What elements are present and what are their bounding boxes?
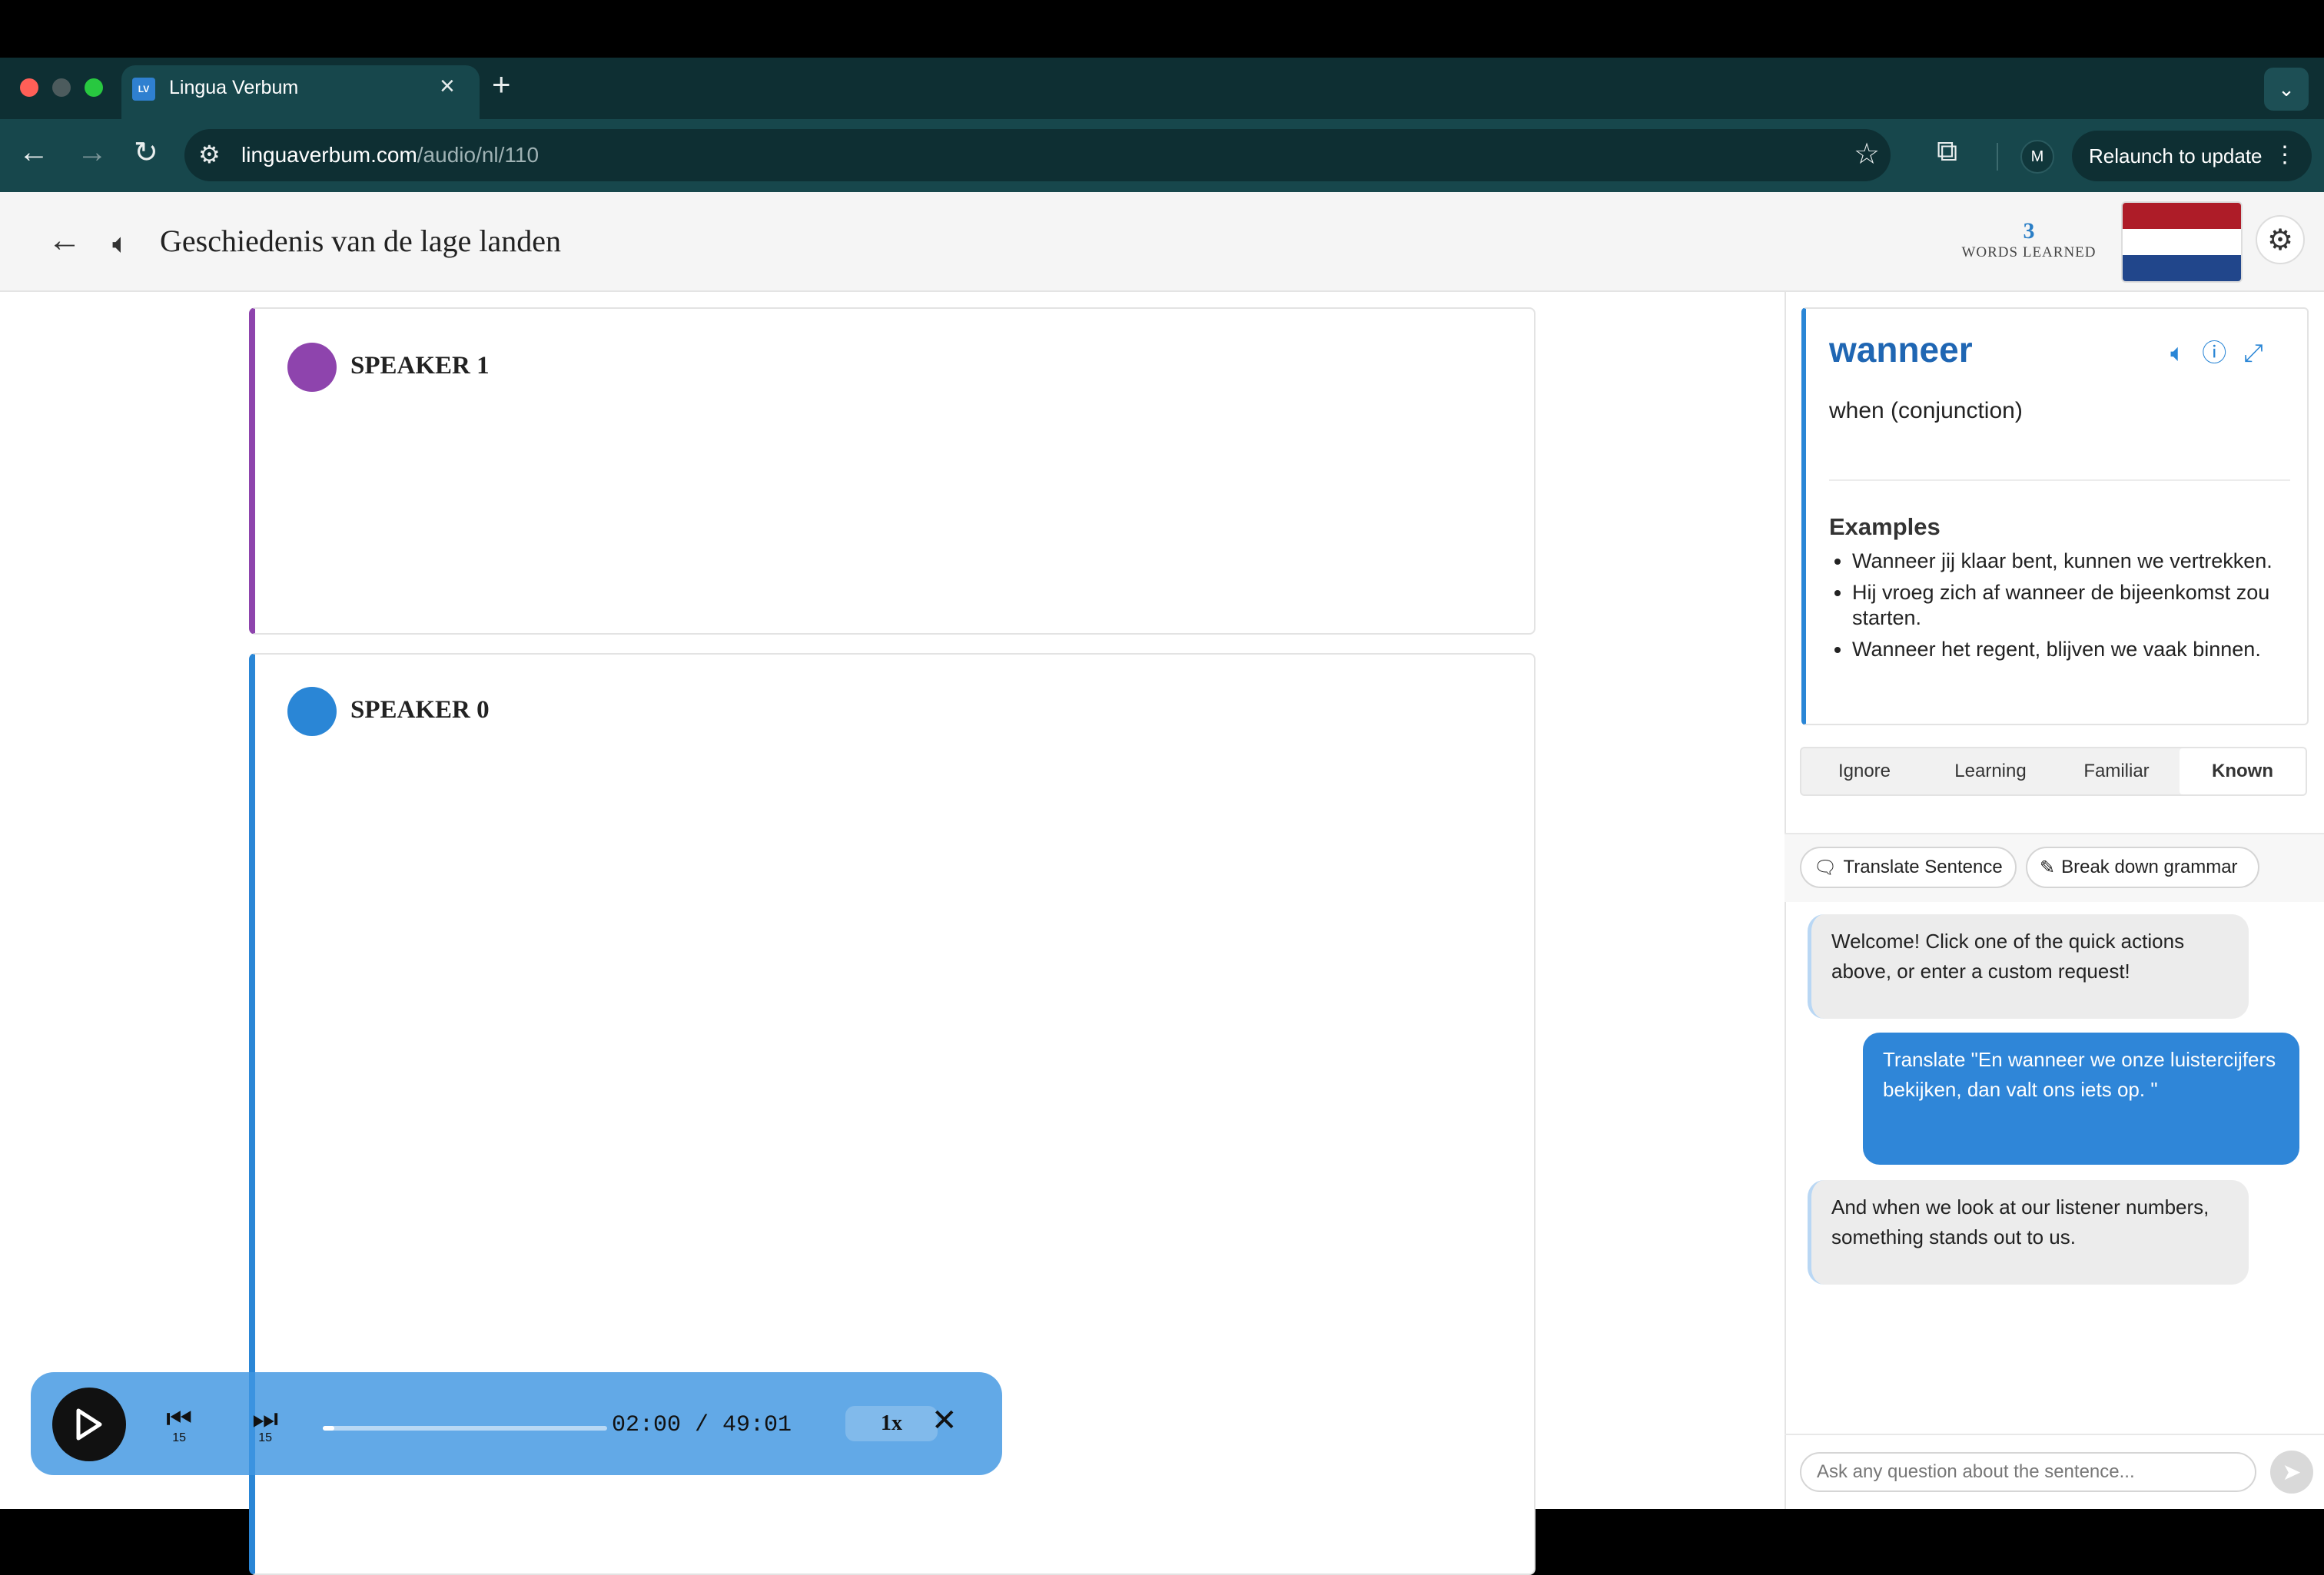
skip-forward-seconds: 15: [258, 1431, 272, 1444]
example-item: Wanneer jij klaar bent, kunnen we vertre…: [1852, 549, 2306, 574]
site-settings-icon[interactable]: ⚙: [198, 140, 221, 169]
progress-fill: [323, 1426, 334, 1431]
user-message: Translate "En wanneer we onze luistercij…: [1863, 1033, 2299, 1165]
reload-icon[interactable]: ↻: [134, 135, 158, 170]
language-flag-netherlands[interactable]: [2121, 201, 2243, 283]
player-close-icon[interactable]: ✕: [931, 1403, 958, 1438]
words-learned-counter: 3 WORDS LEARNED: [1952, 218, 2106, 261]
address-bar[interactable]: ⚙ linguaverbum.com/audio/nl/110 ☆: [184, 129, 1891, 181]
word-definition: when (conjunction): [1829, 398, 2023, 423]
window-close-button[interactable]: [20, 78, 38, 97]
back-arrow-icon[interactable]: ←: [18, 135, 49, 170]
speaker-label: SPEAKER 0: [350, 696, 490, 724]
playback-time: 02:00 / 49:01: [612, 1412, 792, 1438]
tab-search-chevron-icon[interactable]: ⌄: [2264, 68, 2309, 111]
tab-title: Lingua Verbum: [169, 77, 299, 98]
words-learned-label: WORDS LEARNED: [1961, 244, 2097, 260]
audio-player: ⏮ 15 ⏭ 15 02:00 / 49:01 1x ✕: [31, 1372, 1002, 1475]
skip-forward-button[interactable]: ⏭ 15: [252, 1403, 278, 1445]
examples-heading: Examples: [1829, 513, 1941, 540]
panel-divider: [1784, 1434, 2324, 1435]
browser-tab[interactable]: LV Lingua Verbum ×: [121, 65, 480, 119]
send-icon[interactable]: ➤: [2270, 1451, 2313, 1494]
break-down-grammar-button[interactable]: ✎ Break down grammar: [2026, 847, 2259, 888]
status-known-option[interactable]: Known: [2180, 748, 2306, 794]
flag-stripe-white: [2123, 229, 2241, 255]
kebab-menu-icon[interactable]: ⋮: [2273, 141, 2296, 168]
ask-question-input[interactable]: [1800, 1452, 2256, 1492]
translate-sentence-button[interactable]: 🗨︎ Translate Sentence: [1800, 847, 2017, 888]
examples-list: Wanneer jij klaar bent, kunnen we vertre…: [1829, 549, 2306, 668]
status-learning-option[interactable]: Learning: [1927, 748, 2053, 794]
example-item: Hij vroeg zich af wanneer de bijeenkomst…: [1852, 580, 2306, 631]
speaker-icon: 🔈︎: [112, 227, 129, 259]
favicon-icon: LV: [132, 78, 155, 101]
break-down-grammar-label: Break down grammar: [2061, 857, 2238, 877]
pronounce-speaker-icon[interactable]: 🔈︎: [2170, 339, 2202, 366]
skip-back-seconds: 15: [172, 1431, 186, 1444]
playback-speed-button[interactable]: 1x: [845, 1406, 938, 1441]
status-familiar-option[interactable]: Familiar: [2053, 748, 2180, 794]
transcript-segment: SPEAKER 1: [249, 307, 1536, 635]
info-icon[interactable]: ⓘ: [2202, 339, 2243, 366]
play-icon: [76, 1408, 102, 1441]
speaker-avatar: [287, 343, 337, 392]
word-status-selector: Ignore Learning Familiar Known: [1800, 747, 2307, 796]
window-zoom-button[interactable]: [85, 78, 103, 97]
translate-sentence-label: Translate Sentence: [1843, 857, 2003, 877]
expand-icon[interactable]: ⤢: [2243, 339, 2280, 366]
window-minimize-button[interactable]: [52, 78, 71, 97]
page-title: Geschiedenis van de lage landen: [160, 224, 562, 258]
forward-arrow-icon[interactable]: →: [77, 135, 108, 170]
tab-close-icon[interactable]: ×: [440, 71, 455, 101]
new-tab-icon[interactable]: +: [492, 66, 511, 103]
selected-word: wanneer: [1829, 330, 1973, 370]
skip-back-button[interactable]: ⏮ 15: [166, 1403, 192, 1445]
progress-bar[interactable]: [323, 1426, 607, 1431]
card-divider: [1829, 479, 2290, 481]
extensions-puzzle-icon[interactable]: ⧉: [1937, 135, 1957, 168]
status-ignore-option[interactable]: Ignore: [1801, 748, 1927, 794]
back-arrow-icon[interactable]: ←: [48, 221, 81, 260]
pen-icon: ✎: [2040, 857, 2056, 878]
speaker-avatar: [287, 687, 337, 736]
speaker-label: SPEAKER 1: [350, 352, 490, 380]
words-learned-count: 3: [2023, 218, 2035, 244]
settings-gear-icon[interactable]: ⚙: [2256, 215, 2305, 264]
bookmark-star-icon[interactable]: ☆: [1854, 137, 1880, 171]
assistant-message: And when we look at our listener numbers…: [1808, 1180, 2249, 1285]
relaunch-button[interactable]: Relaunch to update ⋮: [2072, 131, 2312, 181]
url-text: linguaverbum.com/audio/nl/110: [241, 143, 540, 167]
assistant-message: Welcome! Click one of the quick actions …: [1808, 914, 2249, 1019]
play-button[interactable]: [52, 1388, 126, 1461]
toolbar-divider: [1997, 143, 1998, 171]
word-definition-card: wanneer 🔈︎ⓘ⤢ when (conjunction) Examples…: [1801, 307, 2309, 725]
flag-stripe-red: [2123, 203, 2241, 229]
example-item: Wanneer het regent, blijven we vaak binn…: [1852, 637, 2306, 662]
flag-stripe-blue: [2123, 255, 2241, 281]
chat-bubble-icon: 🗨︎: [1814, 857, 1838, 878]
profile-avatar[interactable]: M: [2020, 140, 2054, 174]
relaunch-label: Relaunch to update: [2089, 144, 2263, 167]
